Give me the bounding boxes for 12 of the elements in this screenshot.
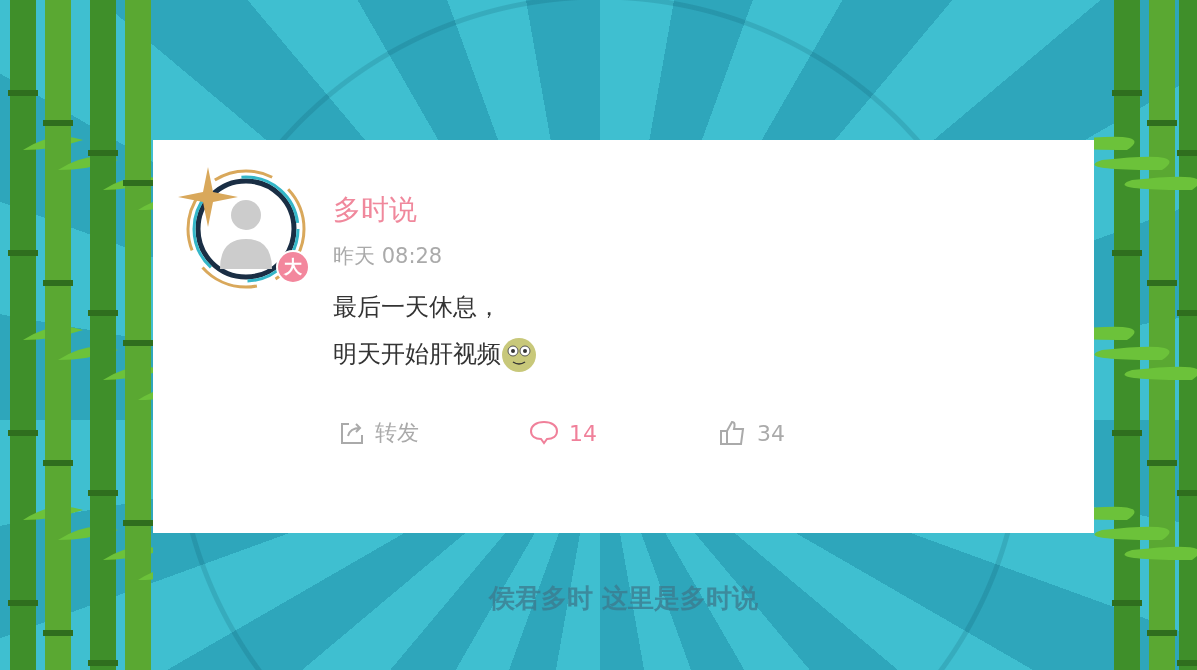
post-text: 明天开始肝视频 — [333, 339, 501, 370]
share-button[interactable]: 转发 — [333, 418, 523, 448]
share-icon — [339, 420, 365, 446]
like-button[interactable]: 34 — [713, 418, 903, 448]
thumbs-up-icon — [719, 420, 747, 446]
comment-button[interactable]: 14 — [523, 418, 713, 448]
author-name[interactable]: 多时说 — [333, 192, 903, 228]
level-badge: 大 — [276, 250, 310, 284]
post-text: 最后一天休息， — [333, 292, 501, 323]
post-time: 昨天 08:28 — [333, 243, 444, 270]
comment-icon — [529, 420, 559, 446]
emoji-icon — [501, 336, 537, 373]
